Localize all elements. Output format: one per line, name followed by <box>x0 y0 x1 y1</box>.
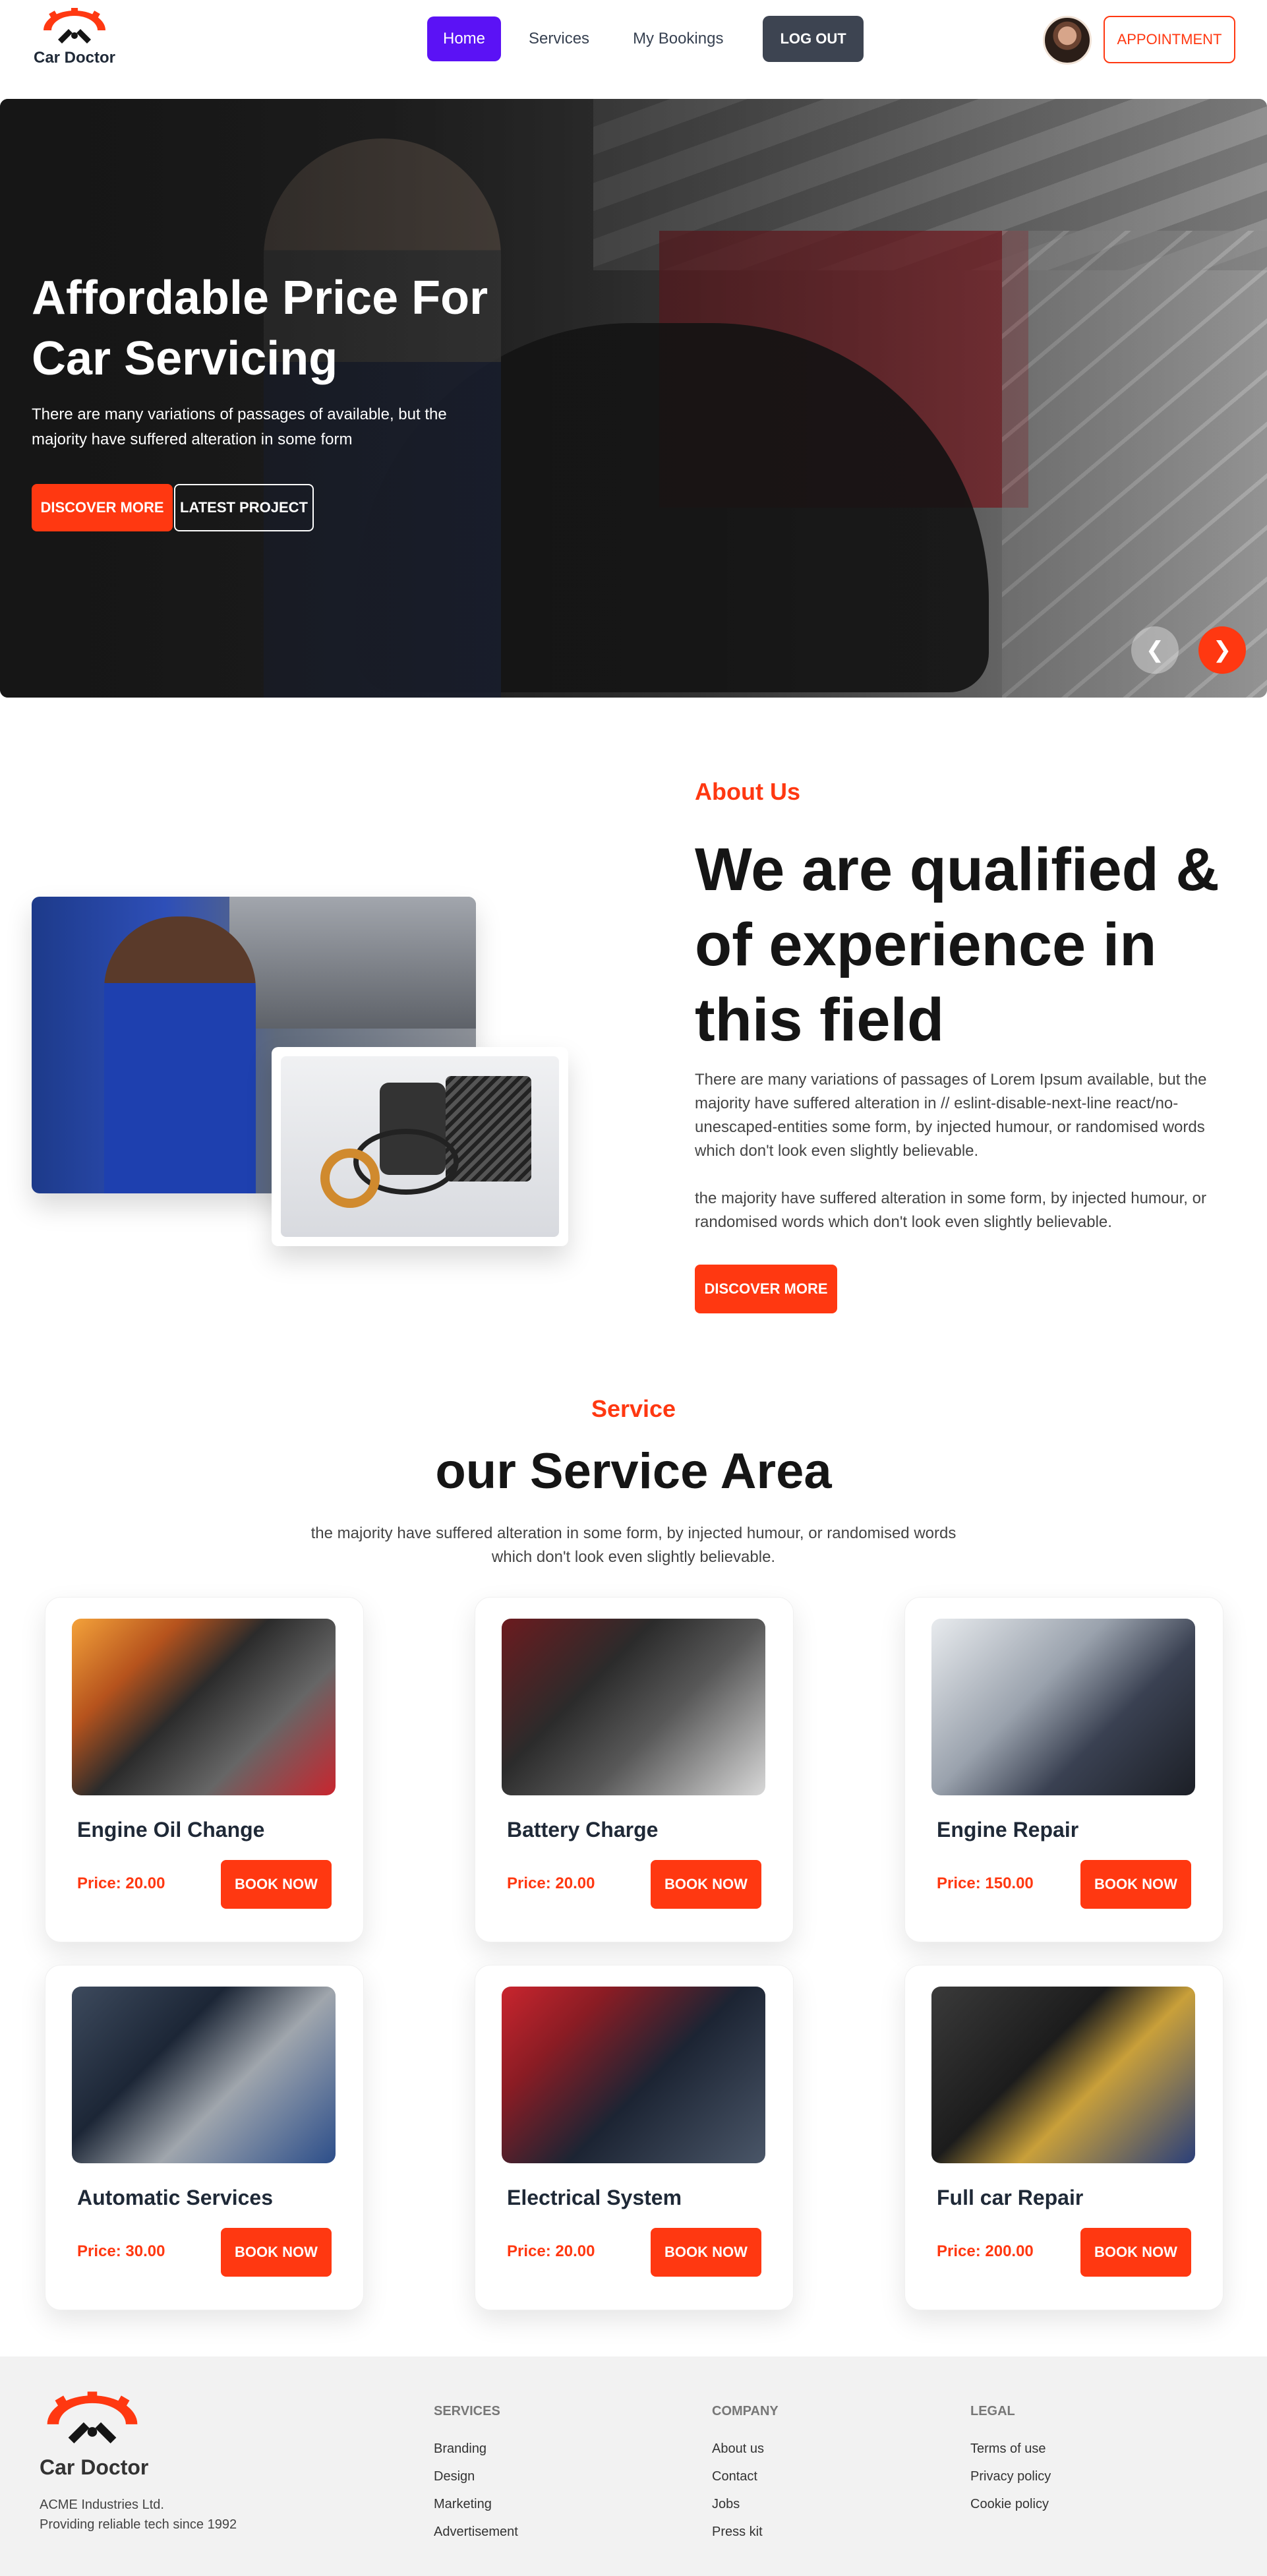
about-mechanic-figure <box>104 916 256 1193</box>
book-now-button[interactable]: BOOK NOW <box>221 2228 332 2277</box>
chevron-left-icon: ❮ <box>1145 638 1165 663</box>
service-image <box>72 1987 336 2163</box>
about-parts-image <box>281 1056 559 1237</box>
service-price: Price: 200.00 <box>937 2242 1034 2260</box>
brand-logo[interactable]: Car Doctor <box>32 8 117 67</box>
footer-company-tagline: Providing reliable tech since 1992 <box>40 2517 237 2532</box>
service-card[interactable]: Engine Repair Price: 150.00 BOOK NOW <box>904 1597 1223 1942</box>
hero-overlay <box>0 99 1267 698</box>
service-title: Electrical System <box>507 2186 682 2209</box>
hero-title: Affordable Price For Car Servicing <box>32 272 488 385</box>
service-title: Engine Repair <box>937 1818 1079 1842</box>
brand-name: Car Doctor <box>33 49 116 67</box>
footer-link-press-kit[interactable]: Press kit <box>712 2518 779 2546</box>
carousel-next-button[interactable]: ❯ <box>1198 626 1246 674</box>
service-price: Price: 20.00 <box>507 1874 595 1892</box>
service-title: Engine Oil Change <box>77 1818 265 1842</box>
footer-link-about-us[interactable]: About us <box>712 2435 779 2463</box>
service-card[interactable]: Battery Charge Price: 20.00 BOOK NOW <box>475 1597 794 1942</box>
service-price: Price: 20.00 <box>507 2242 595 2260</box>
logout-button[interactable]: LOG OUT <box>763 16 864 62</box>
service-price: Price: 30.00 <box>77 2242 165 2260</box>
footer-link-cookie-policy[interactable]: Cookie policy <box>970 2490 1051 2518</box>
car-doctor-logo-icon <box>44 8 105 44</box>
service-title: Full car Repair <box>937 2186 1084 2209</box>
footer-link-privacy-policy[interactable]: Privacy policy <box>970 2463 1051 2490</box>
main-nav: Home Services My Bookings LOG OUT <box>427 16 864 62</box>
about-title: We are qualified & of experience in this… <box>695 836 1220 1054</box>
footer-brand-name: Car Doctor <box>40 2455 149 2479</box>
book-now-button[interactable]: BOOK NOW <box>1080 1860 1191 1909</box>
footer-link-branding[interactable]: Branding <box>434 2435 518 2463</box>
service-image <box>502 1987 765 2163</box>
service-title: Battery Charge <box>507 1818 659 1842</box>
hero-banner: Affordable Price For Car Servicing There… <box>0 99 1267 698</box>
services-label: Service <box>591 1395 676 1422</box>
footer-legal-column: LEGAL Terms of use Privacy policy Cookie… <box>970 2404 1051 2518</box>
hero-description: There are many variations of passages of… <box>32 405 447 448</box>
footer-link-design[interactable]: Design <box>434 2463 518 2490</box>
service-image <box>931 1619 1195 1795</box>
book-now-button[interactable]: BOOK NOW <box>651 2228 761 2277</box>
service-title: Automatic Services <box>77 2186 274 2209</box>
about-discover-more-button[interactable]: DISCOVER MORE <box>695 1265 837 1313</box>
about-paragraph-2: the majority have suffered alteration in… <box>695 1189 1206 1231</box>
about-label: About Us <box>695 778 800 805</box>
service-image <box>931 1987 1195 2163</box>
user-avatar[interactable] <box>1043 16 1092 65</box>
footer-column-title: COMPANY <box>712 2404 779 2418</box>
service-card[interactable]: Engine Oil Change Price: 20.00 BOOK NOW <box>45 1597 364 1942</box>
about-parts-image-frame <box>272 1047 568 1246</box>
footer: Car Doctor ACME Industries Ltd. Providin… <box>0 2356 1267 2576</box>
book-now-button[interactable]: BOOK NOW <box>221 1860 332 1909</box>
footer-services-column: SERVICES Branding Design Marketing Adver… <box>434 2404 518 2546</box>
footer-link-advertisement[interactable]: Advertisement <box>434 2518 518 2546</box>
service-card[interactable]: Automatic Services Price: 30.00 BOOK NOW <box>45 1965 364 2310</box>
footer-column-title: LEGAL <box>970 2404 1015 2418</box>
service-price: Price: 20.00 <box>77 1874 165 1892</box>
about-paragraph-1: There are many variations of passages of… <box>695 1071 1207 1160</box>
footer-link-marketing[interactable]: Marketing <box>434 2490 518 2518</box>
services-description: the majority have suffered alteration in… <box>310 1524 957 1566</box>
nav-services-link[interactable]: Services <box>513 16 605 61</box>
footer-column-title: SERVICES <box>434 2404 500 2418</box>
footer-company-column: COMPANY About us Contact Jobs Press kit <box>712 2404 779 2546</box>
service-card[interactable]: Electrical System Price: 20.00 BOOK NOW <box>475 1965 794 2310</box>
about-car-hood <box>229 897 476 1029</box>
service-card[interactable]: Full car Repair Price: 200.00 BOOK NOW <box>904 1965 1223 2310</box>
footer-link-terms-of-use[interactable]: Terms of use <box>970 2435 1051 2463</box>
nav-my-bookings-link[interactable]: My Bookings <box>617 16 739 61</box>
air-filter-shape <box>446 1076 531 1182</box>
footer-company-info: ACME Industries Ltd. Providing reliable … <box>40 2495 237 2534</box>
footer-logo-icon <box>47 2391 138 2443</box>
services-title: our Service Area <box>435 1443 832 1499</box>
appointment-button[interactable]: APPOINTMENT <box>1104 16 1235 63</box>
book-now-button[interactable]: BOOK NOW <box>651 1860 761 1909</box>
service-image <box>502 1619 765 1795</box>
footer-link-jobs[interactable]: Jobs <box>712 2490 779 2518</box>
footer-link-contact[interactable]: Contact <box>712 2463 779 2490</box>
navbar: Car Doctor Home Services My Bookings LOG… <box>0 0 1267 99</box>
hero-latest-project-button[interactable]: LATEST PROJECT <box>174 484 314 531</box>
nav-home-link[interactable]: Home <box>427 16 502 61</box>
footer-company-name: ACME Industries Ltd. <box>40 2498 164 2512</box>
bearing-shape <box>320 1149 380 1208</box>
carousel-prev-button[interactable]: ❮ <box>1131 626 1179 674</box>
chevron-right-icon: ❯ <box>1212 638 1232 663</box>
service-image <box>72 1619 336 1795</box>
hero-discover-more-button[interactable]: DISCOVER MORE <box>32 484 173 531</box>
book-now-button[interactable]: BOOK NOW <box>1080 2228 1191 2277</box>
service-price: Price: 150.00 <box>937 1874 1034 1892</box>
